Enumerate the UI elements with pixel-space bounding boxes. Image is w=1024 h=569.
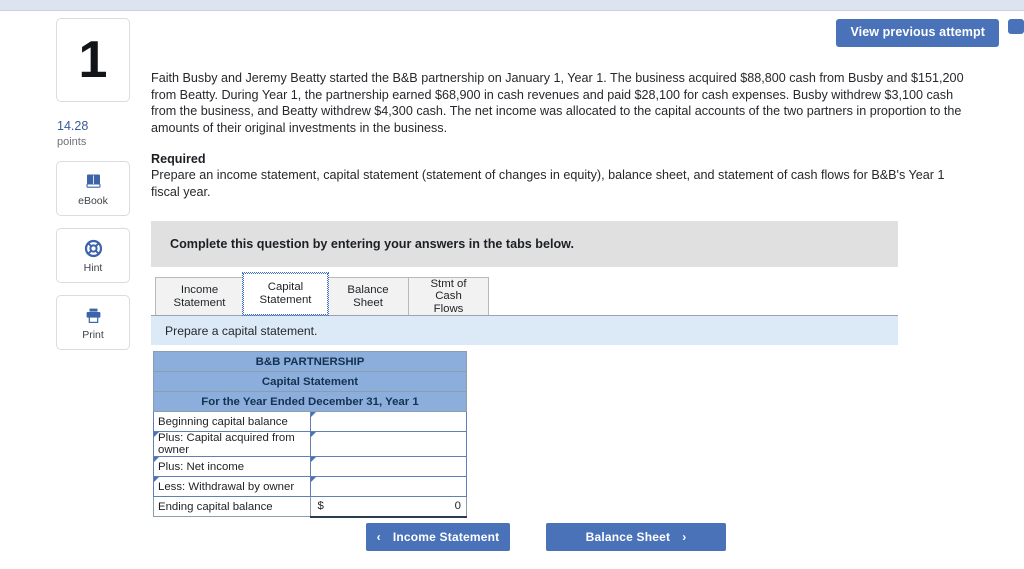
chevron-left-icon: ‹: [376, 530, 381, 544]
printer-icon: [84, 306, 103, 325]
table-title-row: Capital Statement: [153, 371, 467, 392]
ebook-button[interactable]: eBook: [56, 161, 130, 217]
statement-nav: ‹ Income Statement Balance Sheet ›: [366, 523, 726, 551]
points-block: 14.28 points: [56, 119, 130, 149]
row-total-cell: $ 0: [309, 496, 467, 518]
required-heading: Required: [151, 152, 206, 167]
hint-button[interactable]: Hint: [56, 228, 130, 284]
row-label-cell[interactable]: Less: Withdrawal by owner: [153, 476, 311, 497]
prev-button-label: Income Statement: [392, 530, 500, 544]
capital-statement-table: B&B PARTNERSHIP Capital Statement For th…: [153, 351, 467, 518]
row-value-cell[interactable]: [309, 431, 467, 457]
row-label: Plus: Net income: [158, 460, 245, 473]
statement-tabs: Income Statement Capital Statement Balan…: [155, 272, 489, 316]
exercise-page: View previous attempt 1 14.28 points eBo…: [0, 0, 1024, 569]
row-label: Less: Withdrawal by owner: [158, 480, 295, 493]
print-label: Print: [82, 328, 104, 341]
comment-marker-icon: [310, 477, 316, 482]
complete-question-banner: Complete this question by entering your …: [151, 221, 898, 267]
row-label-cell[interactable]: Plus: Net income: [153, 456, 311, 477]
question-number-card: 1: [56, 18, 130, 102]
tab-stmt-of-cash-flows[interactable]: Stmt of Cash Flows: [408, 277, 489, 315]
comment-marker-icon: [154, 477, 159, 482]
lifebuoy-icon: [84, 239, 103, 258]
top-right-actions: View previous attempt: [836, 19, 1024, 47]
row-label: Ending capital balance: [158, 500, 273, 513]
question-content: Faith Busby and Jeremy Beatty started th…: [151, 70, 981, 201]
comment-marker-icon: [310, 412, 316, 417]
book-icon: [84, 172, 103, 191]
row-label-cell[interactable]: Plus: Capital acquired from owner: [153, 431, 311, 457]
row-label-cell: Ending capital balance: [153, 496, 311, 517]
view-previous-attempt-button[interactable]: View previous attempt: [836, 19, 999, 47]
question-body: Faith Busby and Jeremy Beatty started th…: [151, 71, 964, 135]
row-value-cell[interactable]: [309, 411, 467, 432]
tab-income-statement[interactable]: Income Statement: [155, 277, 244, 315]
tab-capital-statement[interactable]: Capital Statement: [242, 272, 329, 316]
next-button-label: Balance Sheet: [585, 530, 671, 544]
chevron-right-icon: ›: [682, 530, 687, 544]
comment-marker-icon: [310, 457, 316, 462]
row-value-cell[interactable]: [309, 476, 467, 497]
complete-question-text: Complete this question by entering your …: [170, 237, 574, 251]
points-value: 14.28: [57, 119, 89, 133]
comment-marker-icon: [154, 432, 159, 437]
row-label: Plus: Capital acquired from owner: [158, 432, 295, 456]
print-button[interactable]: Print: [56, 295, 130, 351]
statement-period: For the Year Ended December 31, Year 1: [153, 391, 467, 412]
row-currency: $: [317, 500, 324, 513]
row-label: Beginning capital balance: [158, 415, 288, 428]
table-row: Plus: Net income: [153, 456, 467, 477]
comment-marker-icon: [154, 457, 159, 462]
tab-balance-sheet[interactable]: Balance Sheet: [327, 277, 409, 315]
top-strip: [0, 0, 1024, 11]
hint-label: Hint: [83, 261, 103, 274]
table-title-row: B&B PARTNERSHIP: [153, 351, 467, 372]
ebook-label: eBook: [78, 194, 108, 207]
row-value-cell[interactable]: [309, 456, 467, 477]
required-body: Prepare an income statement, capital sta…: [151, 168, 945, 199]
comment-marker-icon: [310, 432, 316, 437]
table-title-row: For the Year Ended December 31, Year 1: [153, 391, 467, 412]
question-rail: 1 14.28 points eBook Hint Print: [56, 18, 130, 351]
table-row: Plus: Capital acquired from owner: [153, 431, 467, 457]
row-value: 0: [454, 500, 461, 513]
tab-instruction-text: Prepare a capital statement.: [165, 323, 318, 338]
next-action-button-clipped[interactable]: [1008, 19, 1024, 34]
tab-instruction-bar: Prepare a capital statement.: [151, 315, 898, 345]
table-row: Ending capital balance $ 0: [153, 496, 467, 518]
prev-income-statement-button[interactable]: ‹ Income Statement: [366, 523, 510, 551]
question-number: 1: [78, 31, 108, 89]
row-label-cell[interactable]: Beginning capital balance: [153, 411, 311, 432]
statement-company-name: B&B PARTNERSHIP: [153, 351, 467, 372]
table-row: Less: Withdrawal by owner: [153, 476, 467, 497]
points-label: points: [57, 135, 87, 148]
table-row: Beginning capital balance: [153, 411, 467, 432]
next-balance-sheet-button[interactable]: Balance Sheet ›: [546, 523, 726, 551]
statement-name: Capital Statement: [153, 371, 467, 392]
